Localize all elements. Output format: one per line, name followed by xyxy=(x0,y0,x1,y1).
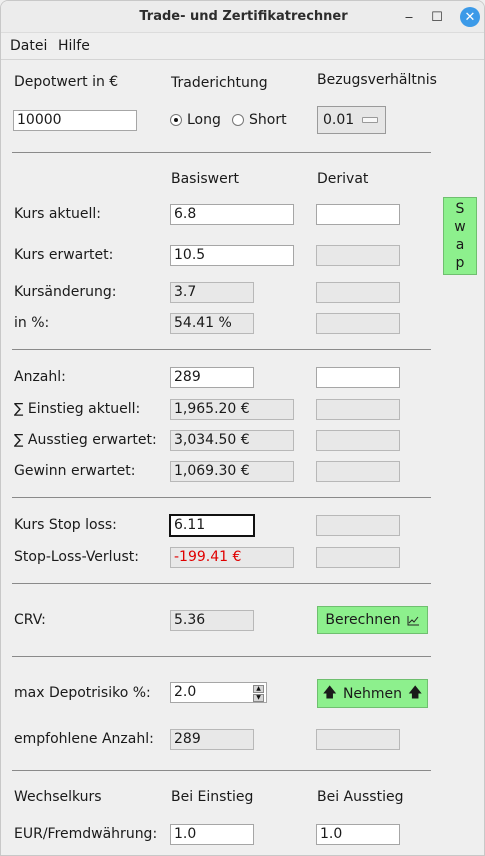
kurs-erwartet-derivat-field xyxy=(316,245,400,266)
stoploss-verlust-label: Stop-Loss-Verlust: xyxy=(14,549,139,565)
basiswert-header: Basiswert xyxy=(171,171,239,187)
spin-down-icon[interactable]: ▼ xyxy=(253,694,264,702)
empfohlene-anzahl-derivat-field xyxy=(316,729,400,750)
kurs-aktuell-basis-input[interactable]: 6.8 xyxy=(170,204,294,225)
wechselkurs-ausstieg-input[interactable]: 1.0 xyxy=(316,824,400,845)
spin-up-icon[interactable]: ▲ xyxy=(253,685,264,693)
divider xyxy=(12,770,431,771)
divider xyxy=(12,497,431,498)
maximize-button[interactable]: ☐ xyxy=(427,7,447,27)
swap-letter: a xyxy=(455,237,465,253)
app-window: Trade- und Zertifikatrechner ‒ ☐ ✕ Datei… xyxy=(0,0,485,856)
dropdown-indicator-icon xyxy=(362,117,379,123)
kurs-erwartet-basis-input[interactable]: 10.5 xyxy=(170,245,294,266)
crv-label: CRV: xyxy=(14,612,46,628)
ausstieg-derivat-field xyxy=(316,430,400,451)
berechnen-label: Berechnen xyxy=(325,612,401,628)
anzahl-basis-input[interactable]: 289 xyxy=(170,367,254,388)
crv-value-field: 5.36 xyxy=(170,610,254,631)
empfohlene-anzahl-label: empfohlene Anzahl: xyxy=(14,731,154,747)
stoploss-kurs-derivat-field xyxy=(316,515,400,536)
anzahl-label: Anzahl: xyxy=(14,369,66,385)
prozent-basis-field: 54.41 % xyxy=(170,313,254,334)
divider xyxy=(12,349,431,350)
berechnen-button[interactable]: Berechnen xyxy=(317,606,428,634)
long-radio[interactable] xyxy=(170,114,182,126)
swap-letter: p xyxy=(455,255,465,271)
short-label[interactable]: Short xyxy=(249,112,287,128)
max-depotrisiko-label: max Depotrisiko %: xyxy=(14,685,151,701)
divider xyxy=(12,583,431,584)
divider xyxy=(12,152,431,153)
kursaenderung-label: Kursänderung: xyxy=(14,284,117,300)
bezugsverhaeltnis-select[interactable]: 0.01 xyxy=(317,106,386,134)
max-depotrisiko-spinner[interactable]: 2.0 ▲ ▼ xyxy=(170,682,267,703)
title-bar[interactable]: Trade- und Zertifikatrechner ‒ ☐ ✕ xyxy=(1,1,484,33)
close-button[interactable]: ✕ xyxy=(460,7,480,27)
ausstieg-label: ∑ Ausstieg erwartet: xyxy=(14,432,157,448)
chart-icon xyxy=(407,615,419,625)
stoploss-verlust-derivat-field xyxy=(316,547,400,568)
kurs-erwartet-label: Kurs erwartet: xyxy=(14,247,114,263)
nehmen-button[interactable]: 🡅 Nehmen 🡅 xyxy=(317,679,428,708)
empfohlene-anzahl-field: 289 xyxy=(170,729,254,750)
depotwert-input[interactable]: 10000 xyxy=(13,110,137,131)
stoploss-kurs-label: Kurs Stop loss: xyxy=(14,517,117,533)
kursaenderung-basis-field: 3.7 xyxy=(170,282,254,303)
minimize-button[interactable]: ‒ xyxy=(399,7,419,27)
kurs-aktuell-derivat-input[interactable] xyxy=(316,204,400,225)
stoploss-verlust-field: -199.41 € xyxy=(170,547,294,568)
gewinn-label: Gewinn erwartet: xyxy=(14,463,136,479)
long-label[interactable]: Long xyxy=(187,112,221,128)
swap-letter: S xyxy=(455,201,465,217)
bezugsverhaeltnis-value: 0.01 xyxy=(323,112,355,128)
ausstieg-basis-field: 3,034.50 € xyxy=(170,430,294,451)
swap-button[interactable]: S w a p xyxy=(443,197,477,275)
einstieg-label: ∑ Einstieg aktuell: xyxy=(14,401,141,417)
prozent-derivat-field xyxy=(316,313,400,334)
arrow-up-icon: 🡅 xyxy=(322,684,337,701)
arrow-up-icon: 🡅 xyxy=(408,684,423,701)
anzahl-derivat-input[interactable] xyxy=(316,367,400,388)
wechselkurs-einstieg-input[interactable]: 1.0 xyxy=(170,824,254,845)
bei-einstieg-label: Bei Einstieg xyxy=(171,789,254,805)
kursaenderung-derivat-field xyxy=(316,282,400,303)
eur-fremdwaehrung-label: EUR/Fremdwährung: xyxy=(14,826,158,842)
divider xyxy=(12,656,431,657)
derivat-header: Derivat xyxy=(317,171,369,187)
wechselkurs-label: Wechselkurs xyxy=(14,789,102,805)
max-depotrisiko-value: 2.0 xyxy=(174,684,197,700)
menu-hilfe[interactable]: Hilfe xyxy=(58,38,90,54)
depotwert-label: Depotwert in € xyxy=(14,74,119,90)
gewinn-derivat-field xyxy=(316,461,400,482)
short-radio[interactable] xyxy=(232,114,244,126)
bezugsverhaeltnis-label: Bezugsverhältnis xyxy=(317,72,437,88)
traderichtung-label: Traderichtung xyxy=(171,75,268,91)
stoploss-kurs-input[interactable]: 6.11 xyxy=(169,514,255,537)
einstieg-derivat-field xyxy=(316,399,400,420)
prozent-label: in %: xyxy=(14,315,50,331)
menu-bar: Datei Hilfe xyxy=(1,33,484,60)
swap-letter: w xyxy=(454,219,466,235)
gewinn-basis-field: 1,069.30 € xyxy=(170,461,294,482)
kurs-aktuell-label: Kurs aktuell: xyxy=(14,206,102,222)
nehmen-label: Nehmen xyxy=(342,685,403,702)
bei-ausstieg-label: Bei Ausstieg xyxy=(317,789,404,805)
einstieg-basis-field: 1,965.20 € xyxy=(170,399,294,420)
spinner-buttons[interactable]: ▲ ▼ xyxy=(253,685,264,702)
menu-datei[interactable]: Datei xyxy=(10,38,47,54)
